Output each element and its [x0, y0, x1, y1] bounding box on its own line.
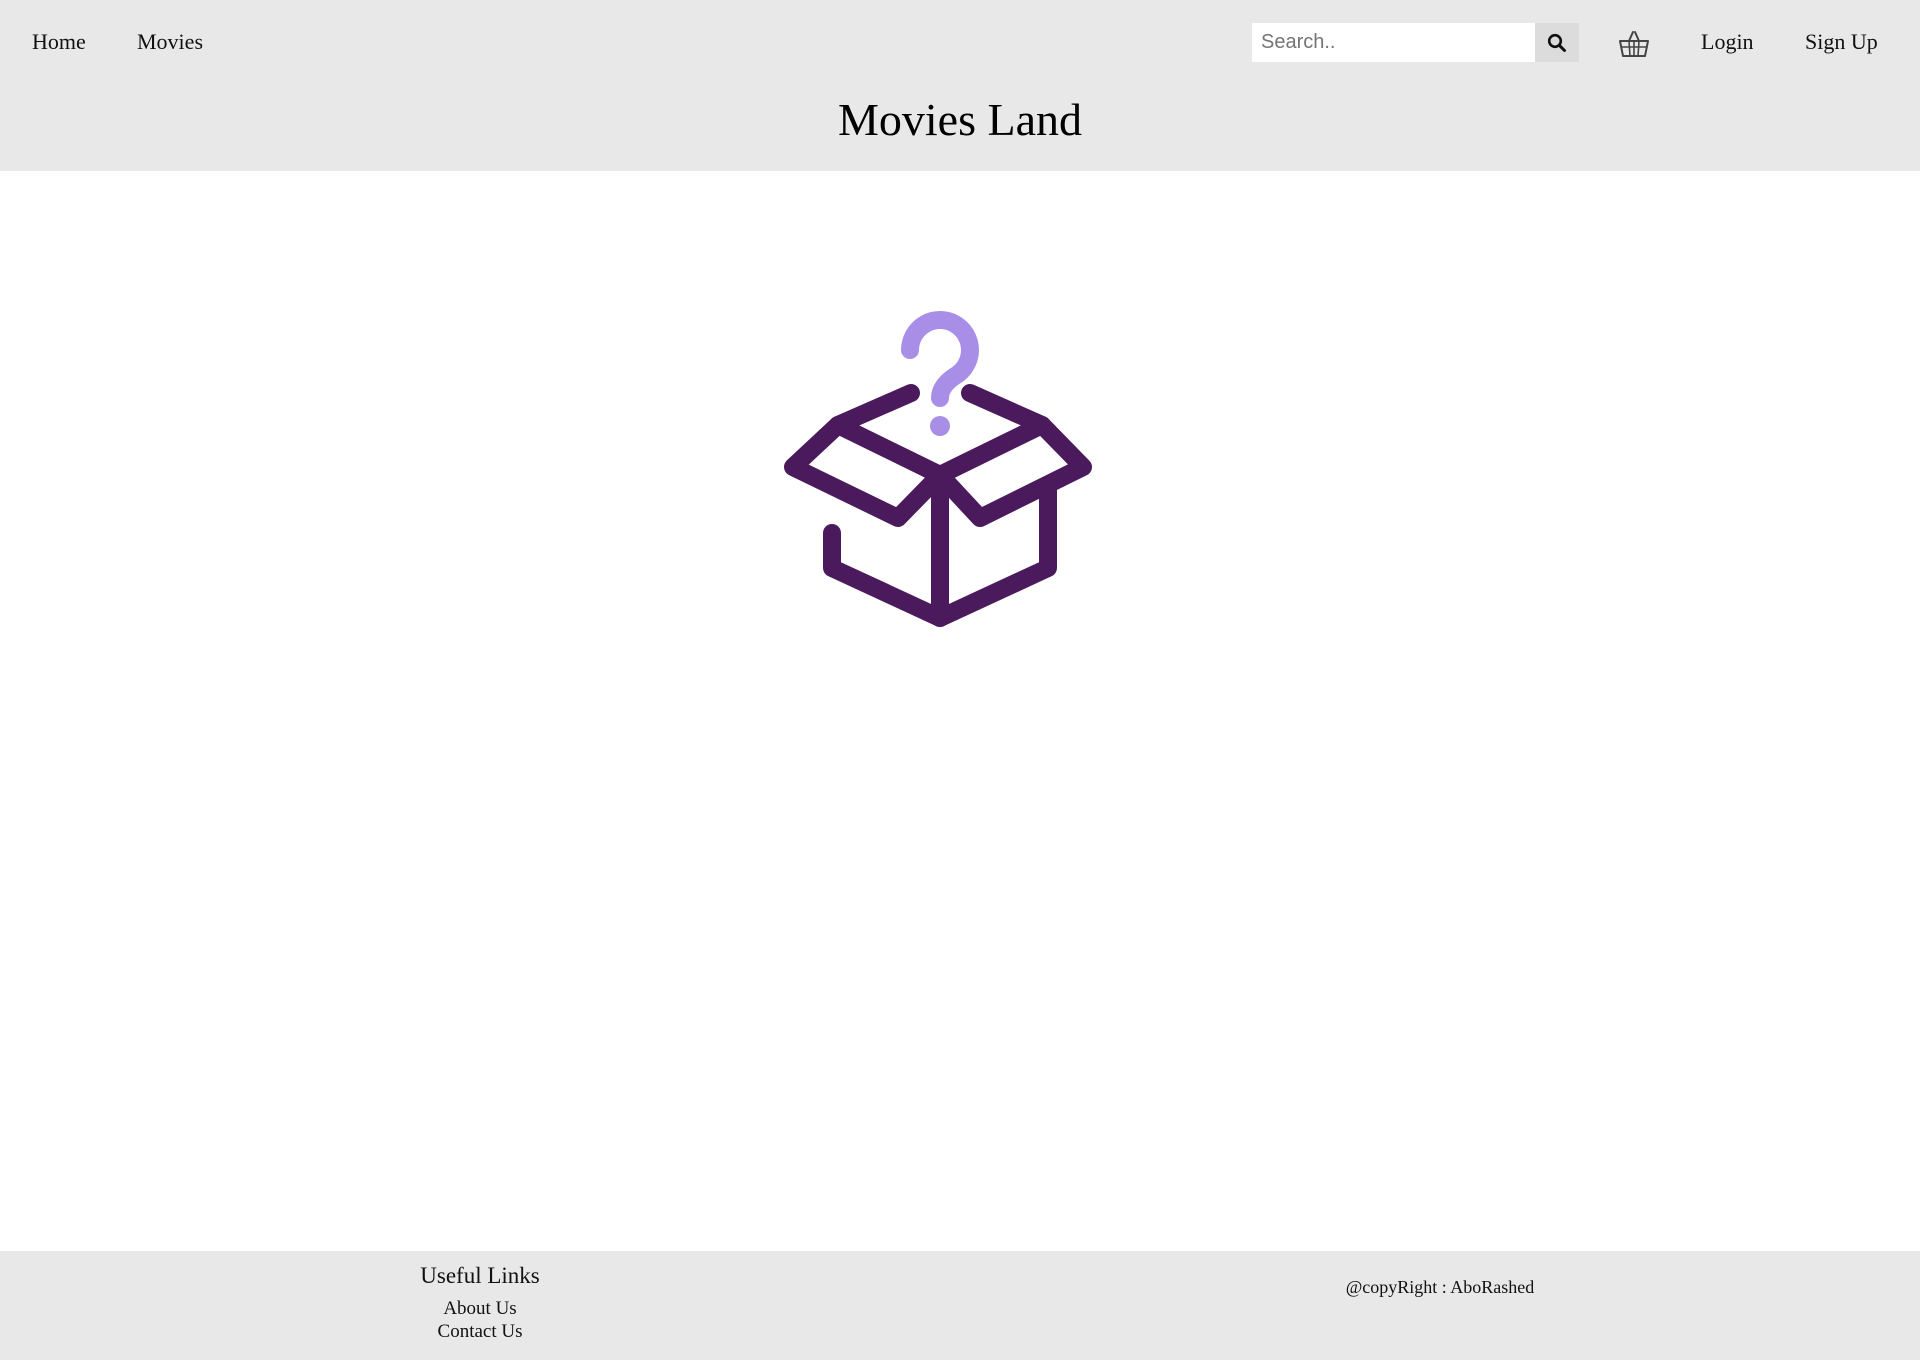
- contact-us-link[interactable]: Contact Us: [380, 1320, 580, 1343]
- search-button[interactable]: [1535, 23, 1579, 62]
- nav-home-link[interactable]: Home: [32, 27, 86, 57]
- shopping-basket-icon: [1619, 31, 1649, 57]
- cart-button[interactable]: [1616, 26, 1652, 62]
- search-icon: [1547, 33, 1566, 52]
- search-input[interactable]: [1252, 23, 1535, 62]
- site-header: Home Movies Login Sign Up Movie: [0, 0, 1920, 171]
- useful-links-heading: Useful Links: [420, 1263, 540, 1288]
- copyright-text: @copyRight : AboRashed: [1345, 1277, 1535, 1297]
- nav-movies-link[interactable]: Movies: [137, 27, 203, 57]
- about-us-link[interactable]: About Us: [380, 1297, 580, 1320]
- useful-links-section: Useful Links About Us Contact Us: [380, 1261, 580, 1343]
- search-bar: [1252, 23, 1579, 62]
- empty-box-question-icon: [784, 311, 1092, 627]
- site-footer: Useful Links About Us Contact Us @copyRi…: [0, 1251, 1920, 1360]
- login-link[interactable]: Login: [1701, 27, 1754, 57]
- site-title: Movies Land: [837, 94, 1082, 145]
- page: Home Movies Login Sign Up Movie: [0, 0, 1920, 1360]
- signup-link[interactable]: Sign Up: [1805, 27, 1878, 57]
